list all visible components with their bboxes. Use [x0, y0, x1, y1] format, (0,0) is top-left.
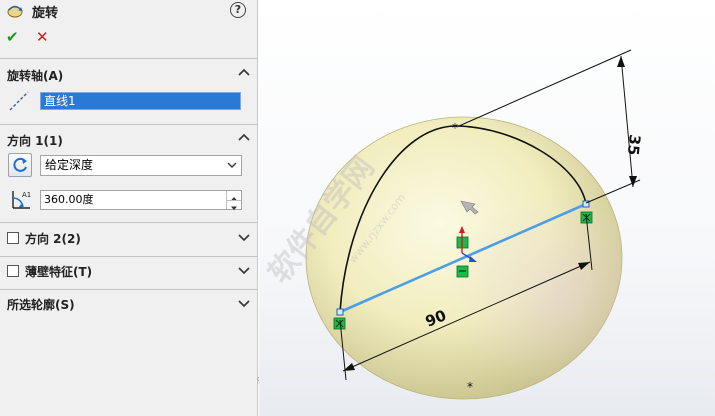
chevron-down-icon [227, 162, 237, 168]
angle-spinner [226, 191, 241, 210]
feature-title: 旋转 [32, 6, 59, 21]
direction2-checkbox[interactable] [7, 232, 19, 244]
chevron-up-icon[interactable] [238, 132, 250, 144]
divider [0, 124, 258, 125]
spin-up-button[interactable] [227, 191, 241, 201]
axis-selection-field[interactable]: 直线1 [40, 92, 241, 110]
cancel-button[interactable]: ✕ [36, 28, 49, 46]
angle-value: 360.00度 [44, 193, 94, 206]
chevron-down-icon[interactable] [238, 264, 250, 276]
ok-button[interactable]: ✔ [6, 28, 19, 46]
graphics-viewport[interactable]: 软件自学网 www.rjzxw.com * * 35 90 [259, 0, 715, 416]
thin-feature-checkbox[interactable] [7, 265, 19, 277]
model-scene: 软件自学网 www.rjzxw.com * * 35 90 [262, 49, 644, 400]
divider [0, 58, 258, 59]
axis-section-title[interactable]: 旋转轴(A) [7, 67, 63, 84]
angle-icon: A1 [12, 191, 31, 209]
line-endpoint-handle[interactable] [336, 308, 344, 316]
revolve-icon [7, 5, 23, 18]
direction1-section-title[interactable]: 方向 1(1) [7, 132, 63, 149]
reverse-direction-icon [13, 157, 27, 172]
centerline-icon [9, 91, 29, 111]
divider [0, 289, 258, 290]
help-icon[interactable]: ? [230, 2, 246, 18]
dimension-value-35[interactable]: 35 [624, 134, 644, 157]
chevron-down-icon[interactable] [238, 297, 250, 309]
sketch-point-icon: * [467, 380, 473, 394]
angle-input[interactable]: 360.00度 [40, 190, 242, 210]
reverse-direction-button[interactable] [8, 153, 32, 177]
end-condition-value: 给定深度 [45, 158, 94, 172]
thin-feature-label[interactable]: 薄壁特征(T) [25, 263, 92, 280]
svg-text:A1: A1 [22, 191, 31, 199]
panel-header: 旋转 ? [0, 0, 258, 22]
chevron-up-icon[interactable] [238, 67, 250, 79]
triangle-down-icon [231, 206, 237, 210]
direction2-label[interactable]: 方向 2(2) [25, 230, 81, 247]
divider [0, 222, 258, 223]
divider [0, 256, 258, 257]
selected-contours-title[interactable]: 所选轮廓(S) [7, 296, 75, 313]
property-manager-panel: 旋转 ? ✔ ✕ 旋转轴(A) 直线1 方向 1(1) 给定深度 A1 360.… [0, 0, 258, 416]
spin-down-button[interactable] [227, 200, 241, 210]
chevron-down-icon[interactable] [238, 231, 250, 243]
sketch-point-icon: * [452, 121, 458, 135]
end-condition-select[interactable]: 给定深度 [40, 155, 242, 176]
